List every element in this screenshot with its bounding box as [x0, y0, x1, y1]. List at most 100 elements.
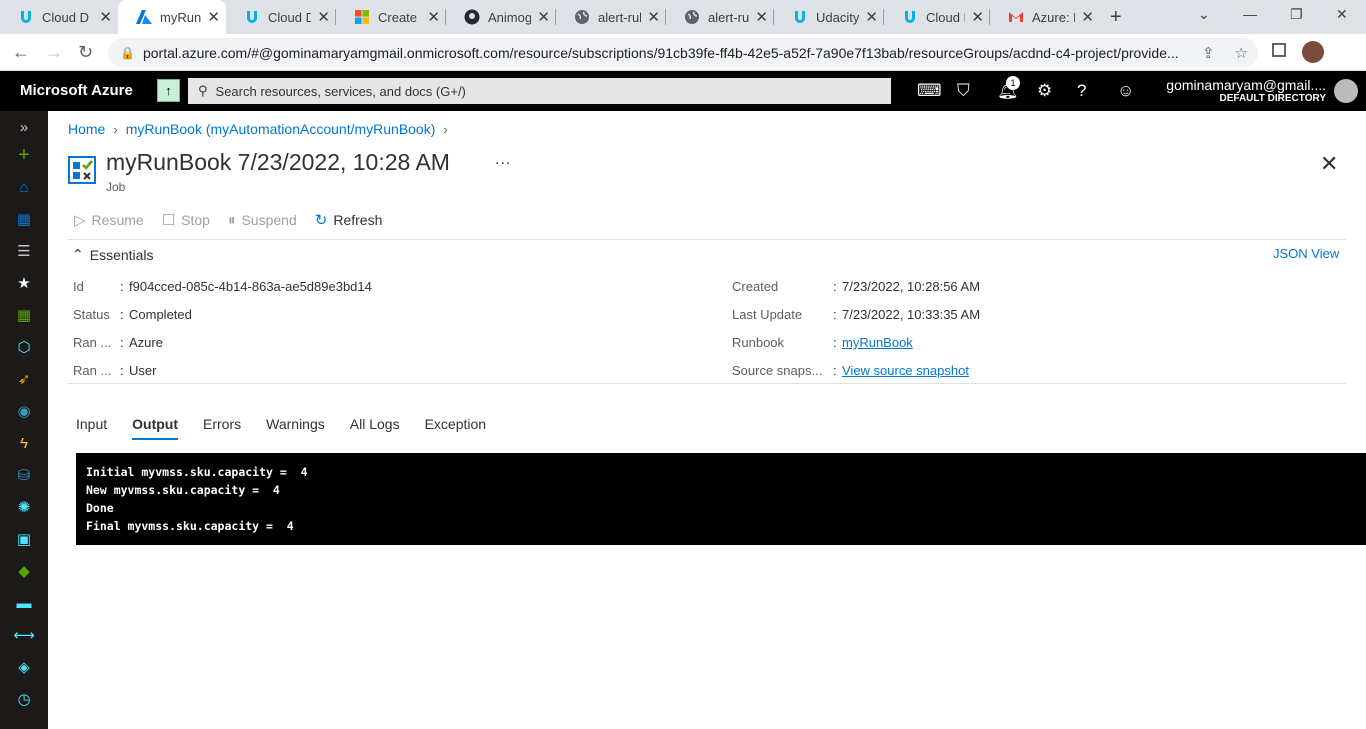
output-line: Done — [86, 501, 114, 515]
stop-button[interactable]: ☐ Stop — [162, 211, 210, 229]
runbook-link[interactable]: myRunBook — [842, 335, 913, 350]
more-options-button[interactable]: ... — [495, 151, 511, 169]
sql-database-icon[interactable]: ⛁ — [14, 465, 34, 485]
close-tab-icon[interactable]: ✕ — [99, 8, 112, 26]
chevron-up-icon: ⌃ — [72, 246, 84, 262]
view-source-snapshot-link[interactable]: View source snapshot — [842, 363, 969, 378]
azure-brand[interactable]: Microsoft Azure — [20, 82, 133, 99]
upgrade-icon[interactable]: ↑ — [157, 79, 180, 102]
settings-gear-icon[interactable]: ⚙ — [1037, 81, 1052, 101]
dashboard-icon[interactable]: ▦ — [14, 209, 34, 229]
close-blade-icon[interactable]: ✕ — [1320, 151, 1338, 177]
cosmos-db-icon[interactable]: ✺ — [14, 497, 34, 517]
new-tab-button[interactable]: + — [1110, 6, 1122, 29]
output-tabs: Input Output Errors Warnings All Logs Ex… — [76, 416, 486, 440]
prop-label: Ran ... — [73, 363, 112, 378]
home-icon[interactable]: ⌂ — [14, 177, 34, 197]
help-icon[interactable]: ? — [1077, 81, 1086, 101]
forward-icon[interactable]: → — [45, 42, 63, 63]
browser-tab[interactable]: Cloud D ✕ — [884, 0, 990, 34]
json-view-link[interactable]: JSON View — [1273, 246, 1339, 261]
browser-tab[interactable]: Udacity ✕ — [774, 0, 884, 34]
profile-avatar[interactable] — [1302, 41, 1324, 63]
browser-tab-active[interactable]: myRunB ✕ — [118, 0, 226, 34]
close-tab-icon[interactable]: ✕ — [971, 8, 984, 26]
side-panel-icon[interactable] — [1272, 43, 1286, 57]
tab-exception[interactable]: Exception — [425, 416, 486, 440]
reload-icon[interactable]: ↻ — [78, 42, 93, 63]
bookmark-star-icon[interactable]: ☆ — [1235, 44, 1248, 62]
virtual-machines-icon[interactable]: ▣ — [14, 529, 34, 549]
browser-tabstrip: Cloud D ✕ myRunB ✕ Cloud D ✕ Create a ✕ … — [0, 0, 1366, 34]
output-line: New myvmss.sku.capacity = 4 — [86, 483, 280, 497]
browser-tab[interactable]: Create a ✕ — [336, 0, 446, 34]
expand-chevron-icon[interactable]: » — [14, 117, 34, 137]
storage-accounts-icon[interactable]: ▬ — [14, 593, 34, 613]
resume-label: Resume — [91, 212, 144, 228]
browser-tab[interactable]: Azure: D ✕ — [990, 0, 1100, 34]
browser-tab[interactable]: Animog ✕ — [446, 0, 556, 34]
tab-warnings[interactable]: Warnings — [266, 416, 325, 440]
tab-input[interactable]: Input — [76, 416, 107, 440]
monitor-icon[interactable]: ◷ — [14, 689, 34, 709]
refresh-button[interactable]: ↻ Refresh — [315, 211, 383, 229]
close-tab-icon[interactable]: ✕ — [427, 8, 440, 26]
feedback-icon[interactable]: ☺ — [1117, 81, 1134, 101]
created-value: 7/23/2022, 10:28:56 AM — [842, 279, 981, 294]
suspend-button[interactable]: ⏸︎ Suspend — [228, 212, 297, 229]
prop-colon: : — [120, 363, 124, 378]
essentials-toggle[interactable]: ⌃ Essentials — [72, 246, 154, 263]
share-icon[interactable]: ⇪ — [1202, 44, 1215, 62]
virtual-networks-icon[interactable]: ⟷ — [13, 625, 35, 645]
quickstart-rocket-icon[interactable]: ➶ — [14, 369, 34, 389]
resource-groups-icon[interactable]: ⬡ — [14, 337, 34, 357]
all-services-icon[interactable]: ☰ — [14, 241, 34, 261]
globe-icon — [684, 9, 700, 25]
prop-colon: : — [833, 279, 837, 294]
microsoft-icon — [354, 9, 370, 25]
close-window-icon[interactable]: ✕ — [1336, 6, 1348, 23]
browser-tab[interactable]: alert-rul ✕ — [666, 0, 774, 34]
close-tab-icon[interactable]: ✕ — [755, 8, 768, 26]
account-menu[interactable]: gominamaryam@gmail.... DEFAULT DIRECTORY — [1166, 77, 1326, 104]
resume-button[interactable]: ▷ Resume — [74, 211, 144, 229]
close-tab-icon[interactable]: ✕ — [1081, 8, 1094, 26]
search-placeholder: Search resources, services, and docs (G+… — [215, 83, 466, 99]
load-balancer-icon[interactable]: ◆ — [14, 561, 34, 581]
avatar[interactable] — [1334, 79, 1358, 103]
restore-icon[interactable]: ❐ — [1290, 6, 1303, 23]
tab-search-chevron-icon[interactable]: ⌄ — [1198, 6, 1210, 23]
close-tab-icon[interactable]: ✕ — [207, 8, 220, 26]
function-app-icon[interactable]: ϟ — [14, 433, 34, 453]
create-resource-icon[interactable]: + — [14, 144, 34, 166]
close-tab-icon[interactable]: ✕ — [865, 8, 878, 26]
all-resources-grid-icon[interactable]: ▦ — [14, 305, 34, 325]
tab-errors[interactable]: Errors — [203, 416, 241, 440]
favorites-star-icon[interactable]: ★ — [14, 273, 34, 293]
directory-filter-icon[interactable]: ⛉ — [957, 81, 970, 101]
browser-tab[interactable]: Cloud D ✕ — [0, 0, 118, 34]
azure-ad-icon[interactable]: ◈ — [14, 657, 34, 677]
prop-label: Status — [73, 307, 110, 322]
back-icon[interactable]: ← — [12, 42, 30, 63]
close-tab-icon[interactable]: ✕ — [647, 8, 660, 26]
browser-tab[interactable]: alert-rul ✕ — [556, 0, 666, 34]
page-title: myRunBook 7/23/2022, 10:28 AM — [106, 149, 450, 175]
close-tab-icon[interactable]: ✕ — [537, 8, 550, 26]
breadcrumb-runbook[interactable]: myRunBook (myAutomationAccount/myRunBook… — [126, 121, 436, 137]
url-field[interactable]: 🔒 portal.azure.com/#@gominamaryamgmail.o… — [108, 38, 1258, 67]
browser-tab[interactable]: Cloud D ✕ — [226, 0, 336, 34]
close-tab-icon[interactable]: ✕ — [317, 8, 330, 26]
breadcrumb-home[interactable]: Home — [68, 121, 105, 137]
refresh-icon: ↻ — [314, 212, 328, 229]
minimize-icon[interactable]: — — [1243, 6, 1257, 22]
tab-output[interactable]: Output — [132, 416, 179, 440]
cloud-shell-icon[interactable]: ⌨ — [917, 81, 942, 101]
prop-colon: : — [120, 335, 124, 350]
search-icon: ⚲ — [198, 83, 208, 98]
status-value: Completed — [129, 307, 192, 322]
prop-colon: : — [120, 279, 124, 294]
global-search-input[interactable]: ⚲ Search resources, services, and docs (… — [188, 78, 891, 104]
app-services-icon[interactable]: ◉ — [14, 401, 34, 421]
tab-all-logs[interactable]: All Logs — [350, 416, 400, 440]
